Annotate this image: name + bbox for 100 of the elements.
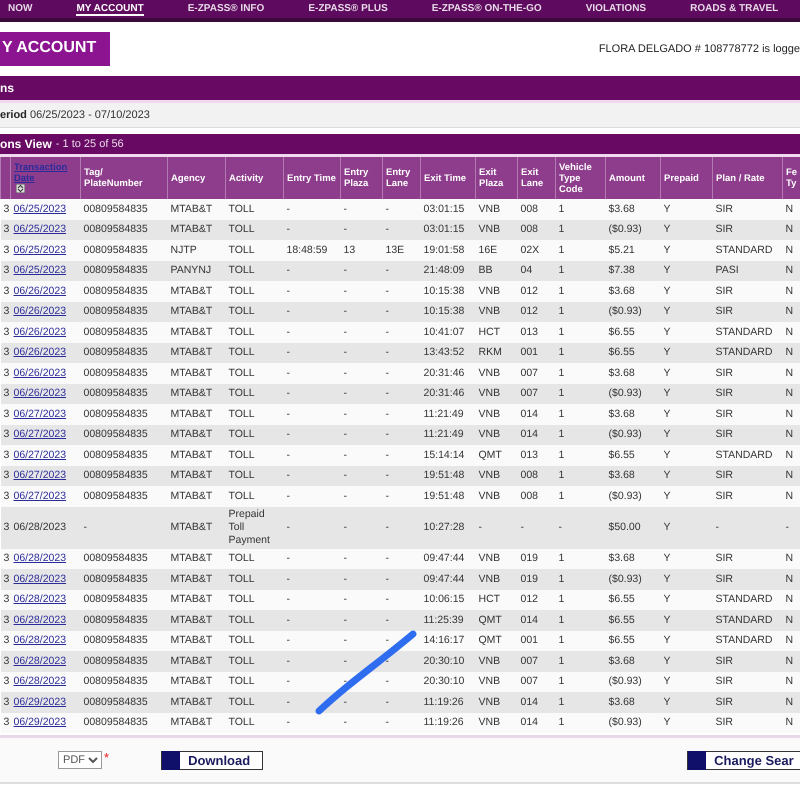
nav-link[interactable]: E-ZPASS® INFO [188, 2, 264, 16]
date-link[interactable]: 06/25/2023 [14, 264, 66, 276]
required-mark: * [104, 750, 110, 765]
sort-icon[interactable] [16, 184, 25, 194]
table-cell: Y [664, 654, 671, 667]
table-cell: ($0.93) [608, 675, 642, 688]
table-cell: 00809584835 [84, 448, 148, 461]
table-cell: - [286, 675, 290, 688]
date-link[interactable]: 06/28/2023 [14, 572, 66, 585]
table-cell: N [786, 223, 794, 236]
column-header: Exit Time [420, 157, 476, 199]
date-link[interactable]: 06/26/2023 [14, 326, 66, 338]
table-cell: - [478, 521, 482, 533]
table-cell: 012 [520, 284, 538, 297]
table-cell: 11:19:26 [424, 696, 464, 708]
period-value: 06/25/2023 - 07/10/2023 [30, 109, 150, 121]
table-cell: 014 [520, 408, 538, 420]
table-cell: 1 [558, 366, 564, 379]
nav-link[interactable]: E-ZPASS® ON-THE-GO [432, 2, 542, 16]
date-link[interactable]: 06/27/2023 [14, 408, 66, 420]
table-cell: $6.55 [608, 448, 635, 461]
date-link[interactable]: 06/26/2023 [14, 387, 66, 400]
format-select[interactable]: PDF [58, 751, 102, 769]
table-cell: - [344, 305, 347, 318]
table-cell: Y [664, 366, 671, 379]
table-cell: TOLL [228, 469, 255, 482]
table-cell: 3 [4, 572, 10, 585]
table-cell: 00809584835 [84, 305, 148, 318]
date-link[interactable]: 06/26/2023 [14, 305, 66, 318]
nav-link[interactable]: MY ACCOUNT [76, 2, 144, 16]
date-link[interactable]: 06/28/2023 [14, 614, 66, 626]
table-cell: MTAB&T [170, 521, 212, 533]
table-cell: - [344, 654, 347, 667]
column-header: Entry Time [284, 157, 340, 199]
date-link[interactable]: 06/28/2023 [14, 593, 66, 606]
table-cell: - [386, 428, 389, 440]
table-cell: VNB [478, 284, 500, 297]
table-cell: 013 [520, 326, 538, 338]
table-cell: $6.55 [608, 326, 635, 338]
date-link[interactable]: 06/25/2023 [14, 202, 66, 215]
table-cell: TOLL [228, 408, 255, 420]
date-link[interactable]: 06/27/2023 [14, 469, 66, 482]
nav-link[interactable]: VIOLATIONS [586, 2, 646, 16]
date-link[interactable]: 06/26/2023 [14, 366, 66, 379]
download-button[interactable]: Download [161, 750, 264, 770]
date-link[interactable]: 06/28/2023 [14, 552, 66, 564]
date-link[interactable]: 06/26/2023 [14, 346, 66, 358]
table-cell: 00809584835 [84, 408, 148, 420]
date-link[interactable]: 06/25/2023 [14, 244, 66, 256]
table-cell: 00809584835 [84, 552, 148, 564]
date-link[interactable]: 06/29/2023 [14, 696, 66, 708]
table-cell: TOLL [228, 244, 255, 256]
table-cell: MTAB&T [170, 593, 212, 606]
table-cell: 008 [520, 469, 538, 482]
table-cell: 3 [4, 654, 10, 667]
table-cell: Y [664, 223, 671, 236]
table-cell: - [386, 346, 389, 358]
change-search-button[interactable]: Change Sear [687, 750, 800, 770]
table-cell: - [344, 284, 347, 297]
table-cell: 1 [558, 593, 564, 606]
table-cell: 00809584835 [84, 696, 148, 708]
my-account-button[interactable]: Y ACCOUNT [0, 32, 110, 66]
table-cell: - [286, 366, 290, 379]
table-cell: $3.68 [608, 696, 635, 708]
table-cell: - [286, 305, 290, 318]
table-cell: $3.68 [608, 469, 635, 482]
table-cell: MTAB&T [170, 366, 212, 379]
table-cell: ($0.93) [608, 716, 642, 728]
table-cell: TOLL [228, 305, 255, 318]
table-cell: - [786, 521, 789, 533]
table-cell: MTAB&T [170, 346, 212, 358]
result-count: - 1 to 25 of 56 [56, 138, 124, 150]
table-cell: Y [664, 305, 671, 318]
table-cell: - [344, 366, 347, 379]
date-link[interactable]: 06/26/2023 [14, 284, 66, 297]
date-link[interactable]: 06/25/2023 [14, 223, 66, 236]
date-link[interactable]: 06/27/2023 [14, 428, 66, 440]
date-link[interactable]: 06/28/2023 [14, 675, 66, 688]
table-cell: - [286, 469, 290, 482]
nav-link[interactable]: ROADS & TRAVEL [690, 2, 778, 16]
table-cell: 3 [4, 593, 10, 606]
table-cell: Y [664, 202, 671, 215]
date-link[interactable]: 06/28/2023 [14, 634, 66, 646]
table-cell: 19:51:48 [424, 469, 464, 482]
table-cell: VNB [478, 428, 500, 440]
table-cell: Y [664, 408, 671, 420]
date-link[interactable]: 06/28/2023 [14, 654, 66, 667]
date-link[interactable]: 06/27/2023 [14, 448, 66, 461]
table-cell: - [716, 521, 719, 533]
table-cell: N [786, 634, 794, 646]
table-cell: 3 [4, 223, 10, 236]
date-link[interactable]: 06/29/2023 [14, 716, 66, 728]
date-link[interactable]: 06/27/2023 [14, 490, 66, 502]
table-cell: Y [664, 593, 671, 606]
table-cell: 14:16:17 [424, 634, 464, 646]
nav-link[interactable]: NOW [8, 2, 32, 16]
nav-link[interactable]: E-ZPASS® PLUS [308, 2, 388, 16]
table-cell: SIR [716, 366, 734, 379]
table-cell: N [786, 469, 794, 482]
table-cell-text: Prepaid Toll Payment [228, 508, 271, 547]
